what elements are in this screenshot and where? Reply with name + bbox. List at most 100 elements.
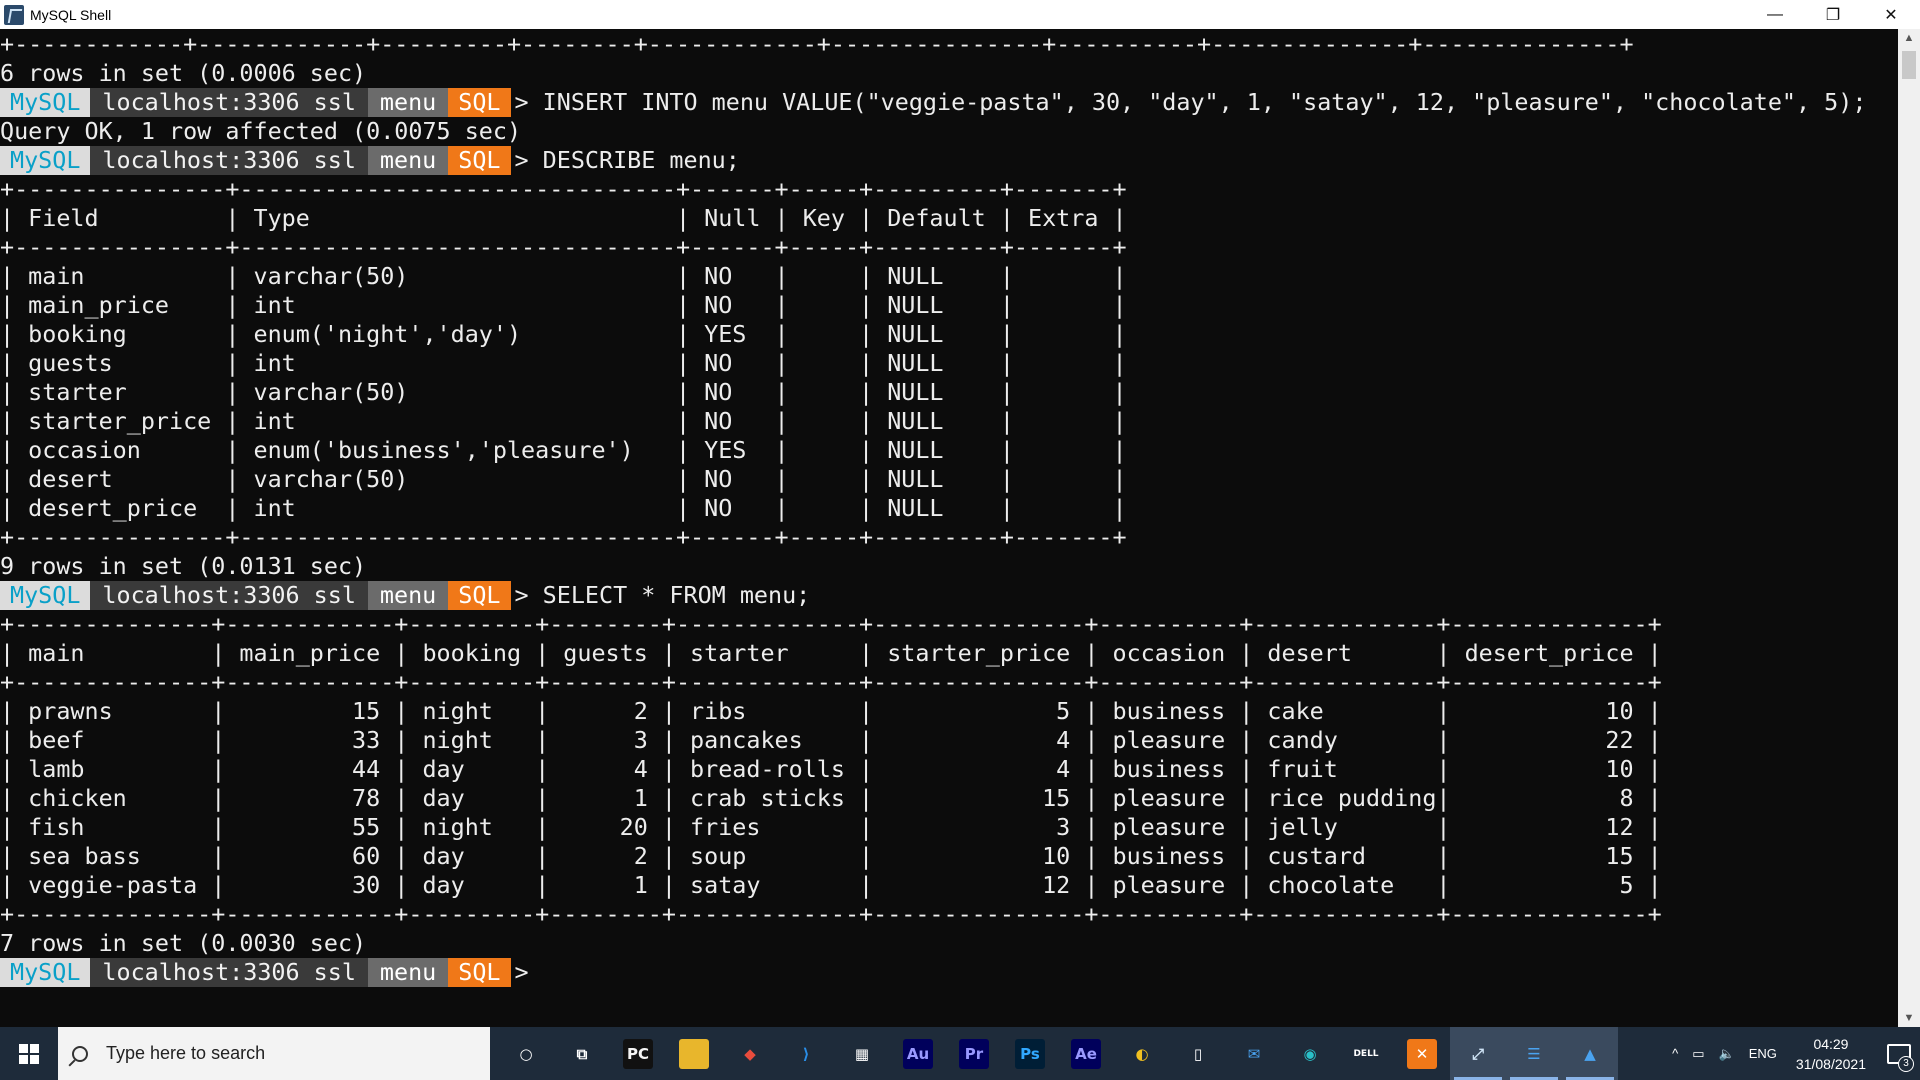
output-line: | main | varchar(50) | NO | | NULL | | [0, 262, 1127, 290]
mysql-shell-taskbar-button[interactable]: ⤢ [1450, 1027, 1506, 1080]
output-line: 9 rows in set (0.0131 sec) [0, 552, 367, 580]
photos-taskbar-button[interactable]: ▲ [1562, 1027, 1618, 1080]
battery-icon[interactable]: ▭ [1685, 1046, 1711, 1062]
prompt-mysql-label: MySQL [0, 88, 91, 117]
xampp-icon: ✕ [1407, 1038, 1437, 1069]
vertical-scrollbar[interactable]: ▲ ▼ [1898, 29, 1920, 1027]
prompt-arrow: > [514, 88, 529, 116]
output-line: | veggie-pasta | 30 | day | 1 | satay | … [0, 871, 1662, 899]
windows-logo-icon [19, 1043, 39, 1064]
cortana-taskbar-button[interactable]: ○ [498, 1027, 554, 1080]
output-line: | occasion | enum('business','pleasure')… [0, 436, 1127, 464]
prompt-host-label: localhost:3306 ssl [90, 581, 368, 610]
task-view-taskbar-button[interactable]: ⧉ [554, 1027, 610, 1080]
close-button[interactable]: ✕ [1862, 0, 1920, 29]
prompt-schema-label: menu [367, 958, 449, 987]
output-line: 6 rows in set (0.0006 sec) [0, 59, 367, 87]
output-line: | booking | enum('night','day') | YES | … [0, 320, 1127, 348]
scroll-up-button[interactable]: ▲ [1898, 29, 1920, 47]
scroll-down-button[interactable]: ▼ [1898, 1009, 1920, 1027]
output-line: | starter_price | int | NO | | NULL | | [0, 407, 1127, 435]
prompt-mode-label: SQL [448, 581, 511, 610]
show-hidden-icons-chevron-icon[interactable]: ^ [1665, 1046, 1685, 1061]
output-line: Query OK, 1 row affected (0.0075 sec) [0, 117, 522, 145]
prompt-arrow: > [514, 958, 529, 986]
pycharm-taskbar-button[interactable]: PC [610, 1027, 666, 1080]
output-line: | main | main_price | booking | guests |… [0, 639, 1662, 667]
output-line: | chicken | 78 | day | 1 | crab sticks |… [0, 784, 1662, 812]
xampp-taskbar-button[interactable]: ✕ [1394, 1027, 1450, 1080]
after-effects-icon: Ae [1071, 1038, 1101, 1069]
title-bar: MySQL Shell — ❐ ✕ [0, 0, 1920, 29]
output-line: +---------------+-----------------------… [0, 175, 1127, 203]
prompt-mode-label: SQL [448, 88, 511, 117]
prompt-line: MySQL localhost:3306 ssl menu SQL > SELECT *… [0, 581, 810, 610]
audition-taskbar-button[interactable]: Au [890, 1027, 946, 1080]
output-line: | fish | 55 | night | 20 | fries | 3 | p… [0, 813, 1662, 841]
premiere-icon: Pr [959, 1038, 989, 1069]
action-center-button[interactable]: 3 [1878, 1027, 1920, 1080]
output-line: +--------------+------------+---------+-… [0, 668, 1662, 696]
output-line: | Field | Type | Null | Key | Default | … [0, 204, 1127, 232]
store-taskbar-button[interactable]: ▦ [834, 1027, 890, 1080]
prompt-mysql-label: MySQL [0, 146, 91, 175]
output-line: | beef | 33 | night | 3 | pancakes | 4 |… [0, 726, 1662, 754]
minimize-button[interactable]: — [1746, 0, 1804, 29]
file-taskbar-button[interactable]: ▯ [1170, 1027, 1226, 1080]
search-placeholder: Type here to search [106, 1043, 266, 1063]
mysql-shell-icon: ⤢ [1471, 1044, 1484, 1063]
taskbar-search[interactable]: Type here to search [58, 1027, 490, 1080]
output-line: | desert_price | int | NO | | NULL | | [0, 494, 1127, 522]
volume-icon[interactable]: 🔈 [1712, 1046, 1742, 1062]
terminal-output[interactable]: +------------+------------+---------+---… [0, 29, 1898, 1027]
taskbar-apps: ○ ⧉ PC ▬ ◆ ⟩ ▦ Au Pr Ps Ae ◐ ▯ ✉ ◉ DELL ✕ ⤢ ☰ ▲ [498, 1027, 1618, 1080]
output-line: +---------------+-----------------------… [0, 523, 1127, 551]
search-icon [72, 1045, 88, 1062]
output-line: | main_price | int | NO | | NULL | | [0, 291, 1127, 319]
notepad-taskbar-button[interactable]: ☰ [1506, 1027, 1562, 1080]
vscode-taskbar-button[interactable]: ⟩ [778, 1027, 834, 1080]
edge-icon: ◉ [1303, 1044, 1317, 1063]
taskbar: Type here to search ○ ⧉ PC ▬ ◆ ⟩ ▦ Au Pr Ps Ae ◐ ▯ ✉ ◉… [0, 1027, 1920, 1080]
after-effects-taskbar-button[interactable]: Ae [1058, 1027, 1114, 1080]
vscode-icon: ⟩ [802, 1044, 810, 1063]
clock[interactable]: 04:29 31/08/2021 [1784, 1034, 1878, 1074]
window-title: MySQL Shell [30, 6, 112, 23]
prompt-host-label: localhost:3306 ssl [90, 88, 368, 117]
photoshop-taskbar-button[interactable]: Ps [1002, 1027, 1058, 1080]
clock-time: 04:29 [1813, 1035, 1849, 1052]
output-line: | sea bass | 60 | day | 2 | soup | 10 | … [0, 842, 1662, 870]
file-explorer-taskbar-button[interactable]: ▬ [666, 1027, 722, 1080]
restore-button[interactable]: ❐ [1804, 0, 1862, 29]
edge-taskbar-button[interactable]: ◉ [1282, 1027, 1338, 1080]
git-icon: ◆ [744, 1044, 756, 1063]
scroll-thumb[interactable] [1902, 51, 1916, 79]
dell-taskbar-button[interactable]: DELL [1338, 1027, 1394, 1080]
prompt-host-label: localhost:3306 ssl [90, 958, 368, 987]
output-line: | lamb | 44 | day | 4 | bread-rolls | 4 … [0, 755, 1662, 783]
output-line: | desert | varchar(50) | NO | | NULL | | [0, 465, 1127, 493]
output-line: +--------------+------------+---------+-… [0, 900, 1662, 928]
chrome-canary-taskbar-button[interactable]: ◐ [1114, 1027, 1170, 1080]
prompt-arrow: > [514, 146, 529, 174]
prompt-line: MySQL localhost:3306 ssl menu SQL > DESCRIBE… [0, 146, 740, 175]
command-text: DESCRIBE menu; [528, 146, 740, 174]
output-line: | starter | varchar(50) | NO | | NULL | … [0, 378, 1127, 406]
language-indicator[interactable]: ENG [1742, 1046, 1784, 1061]
file-explorer-icon: ▬ [679, 1038, 709, 1069]
cortana-icon: ○ [519, 1044, 533, 1063]
git-taskbar-button[interactable]: ◆ [722, 1027, 778, 1080]
store-icon: ▦ [854, 1044, 870, 1063]
dell-icon: DELL [1353, 1048, 1379, 1059]
mysql-shell-app-icon [4, 4, 24, 25]
premiere-taskbar-button[interactable]: Pr [946, 1027, 1002, 1080]
output-line: +---------------+-----------------------… [0, 233, 1127, 261]
command-text: SELECT * FROM menu; [528, 581, 811, 609]
output-line: 7 rows in set (0.0030 sec) [0, 929, 367, 957]
start-button[interactable] [0, 1027, 58, 1080]
mail-taskbar-button[interactable]: ✉ [1226, 1027, 1282, 1080]
window-controls: — ❐ ✕ [1746, 0, 1920, 29]
prompt-mode-label: SQL [448, 146, 511, 175]
output-line: | prawns | 15 | night | 2 | ribs | 5 | b… [0, 697, 1662, 725]
mail-icon: ✉ [1247, 1044, 1261, 1063]
